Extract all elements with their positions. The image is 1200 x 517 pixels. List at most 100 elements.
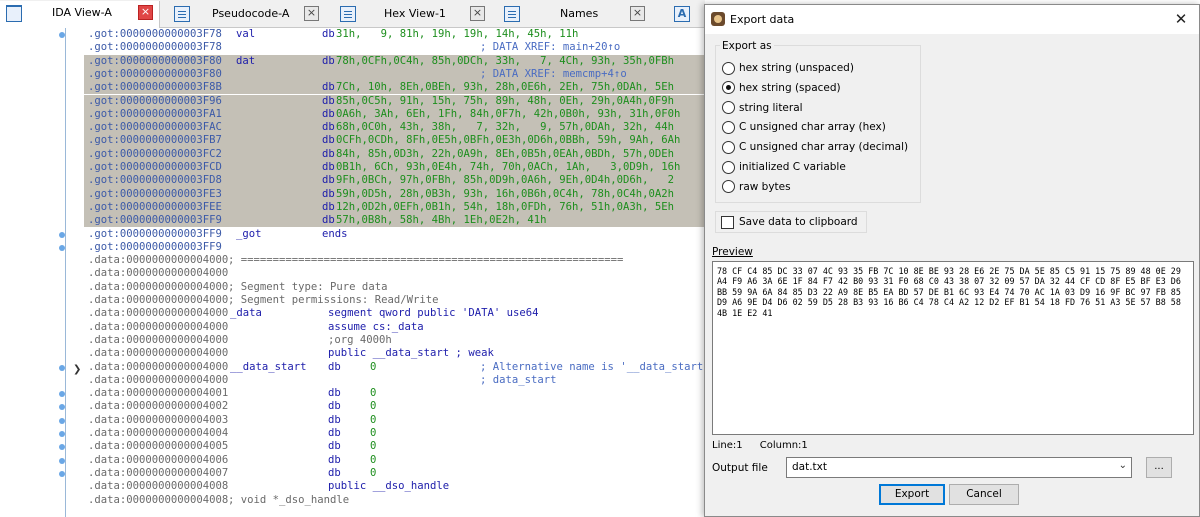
listing-row[interactable]: .got:0000000000003F8B db 7Ch, 10h, 8Eh,0BE…: [84, 81, 704, 95]
listing-row[interactable]: .data:0000000000004006 db 0: [84, 454, 704, 467]
radio-button-icon[interactable]: [722, 61, 735, 75]
listing-row[interactable]: .got:0000000000003FF9 db 57h,0B8h, 58h, 4B…: [84, 214, 704, 228]
listing-row[interactable]: .got:0000000000003FD8 db 9Fh,0BCh, 97h,0FB…: [84, 174, 704, 188]
tab-ida-view[interactable]: IDA View-A ×: [0, 1, 160, 28]
export-format-option[interactable]: initialized C variable: [722, 159, 846, 175]
row-operands: 68h,0C0h, 43h, 38h, 7, 32h, 9, 57h,0DAh,…: [336, 121, 675, 134]
listing-row[interactable]: .data:0000000000004008 public __dso_handl…: [84, 480, 704, 493]
listing-row[interactable]: .got:0000000000003FEE db 12h,0D2h,0EFh,0B1…: [84, 200, 704, 215]
listing-row[interactable]: .got:0000000000003F78 val db 31h, 9, 81h, 1…: [84, 28, 704, 41]
dialog-title-bar[interactable]: Export data ✕: [705, 5, 1199, 34]
listing-row[interactable]: .data:0000000000004000; Segment type: Pu…: [84, 281, 704, 294]
save-to-clipboard-checkbox[interactable]: Save data to clipboard: [715, 211, 867, 233]
listing-row[interactable]: .data:0000000000004000 __data_start db 0 ; A…: [84, 361, 704, 374]
listing-row[interactable]: .data:0000000000004000 _data segment qword…: [84, 307, 704, 320]
tab-names[interactable]: Names ×: [498, 2, 658, 26]
row-address: .data:0000000000004004: [88, 427, 229, 439]
row-comment: ; data_start: [480, 373, 557, 386]
listing-row[interactable]: .data:0000000000004005 db 0: [84, 440, 704, 453]
row-label: _data: [230, 307, 262, 320]
disassembly-listing[interactable]: .got:0000000000003F78 val db 31h, 9, 81h, 1…: [84, 28, 704, 517]
export-format-option[interactable]: hex string (spaced): [722, 80, 841, 96]
names-icon: [504, 6, 520, 22]
export-as-label: Export as: [720, 40, 774, 52]
row-operands: 0B1h, 6Ch, 93h,0E4h, 74h, 70h,0ACh, 1Ah,…: [336, 161, 681, 173]
export-format-option[interactable]: hex string (unspaced): [722, 60, 854, 76]
listing-row[interactable]: .data:0000000000004000 ; data_start: [84, 374, 704, 387]
listing-row[interactable]: .data:0000000000004004 db 0: [84, 427, 704, 440]
close-icon[interactable]: ×: [138, 5, 153, 20]
row-mnemonic: db: [322, 134, 335, 147]
listing-row[interactable]: .data:0000000000004002 db 0: [84, 400, 704, 413]
row-mnemonic: db: [322, 174, 335, 187]
collapse-arrow-icon[interactable]: ❯: [73, 364, 81, 375]
export-format-label: initialized C variable: [739, 161, 846, 173]
listing-row[interactable]: .got:0000000000003F78 ; DATA XREF: main+2…: [84, 41, 704, 54]
listing-row[interactable]: .data:0000000000004000 public __data_star…: [84, 347, 704, 360]
export-format-option[interactable]: string literal: [722, 100, 803, 116]
row-address: .data:0000000000004000: [88, 254, 229, 267]
listing-row[interactable]: .got:0000000000003F80 dat db 78h,0CFh,0C4h,…: [84, 54, 704, 68]
radio-button-icon[interactable]: [722, 101, 735, 115]
row-label: val: [236, 28, 256, 40]
close-icon[interactable]: ×: [304, 6, 319, 21]
tab-strings[interactable]: A: [662, 2, 702, 26]
row-label: dat: [236, 54, 256, 67]
listing-row[interactable]: .got:0000000000003FCD db 0B1h, 6Ch, 93h,0E…: [84, 161, 704, 175]
row-mnemonic: ends: [322, 227, 348, 240]
listing-row[interactable]: .data:0000000000004008; void *_dso_handl…: [84, 494, 704, 507]
cancel-button[interactable]: Cancel: [949, 484, 1019, 505]
listing-row[interactable]: .data:0000000000004007 db 0: [84, 467, 704, 480]
row-operands: 84h, 85h,0D3h, 22h,0A9h, 8Eh,0B5h,0EAh,0…: [336, 147, 675, 160]
radio-button-icon[interactable]: [722, 81, 735, 95]
row-operands: 7Ch, 10h, 8Eh,0BEh, 93h, 28h,0E6h, 2Eh, …: [336, 81, 675, 94]
radio-button-icon[interactable]: [722, 120, 735, 134]
browse-button[interactable]: ...: [1146, 457, 1172, 478]
chevron-down-icon[interactable]: ⌄: [1119, 460, 1127, 471]
export-format-option[interactable]: C unsigned char array (hex): [722, 119, 886, 135]
preview-textbox[interactable]: 78 CF C4 85 DC 33 07 4C 93 35 FB 7C 10 8…: [712, 261, 1194, 435]
listing-row[interactable]: .got:0000000000003FAC db 68h,0C0h, 43h, 38…: [84, 121, 704, 135]
tab-ida-view-label: IDA View-A: [52, 6, 112, 19]
listing-row[interactable]: .data:0000000000004000 assume cs:_data: [84, 321, 704, 334]
listing-row[interactable]: .got:0000000000003FA1 db 0A6h, 3Ah, 6Eh, 1…: [84, 107, 704, 122]
listing-row[interactable]: .got:0000000000003F96 db 85h,0C5h, 91h, 15…: [84, 94, 704, 108]
export-button[interactable]: Export: [879, 484, 945, 505]
listing-row[interactable]: .got:0000000000003FF9 _got ends: [84, 228, 704, 241]
row-address: .got:0000000000003F80: [88, 67, 222, 80]
radio-button-icon[interactable]: [722, 180, 735, 194]
tab-pseudocode[interactable]: Pseudocode-A ×: [160, 2, 332, 26]
listing-row[interactable]: .data:0000000000004000; ================…: [84, 254, 704, 267]
close-icon[interactable]: ×: [470, 6, 485, 21]
export-format-option[interactable]: C unsigned char array (decimal): [722, 139, 908, 155]
listing-row[interactable]: .data:0000000000004003 db 0: [84, 414, 704, 427]
listing-row[interactable]: .got:0000000000003FB7 db 0CFh,0CDh, 8Fh,0E…: [84, 134, 704, 148]
row-operands: 0A6h, 3Ah, 6Eh, 1Fh, 84h,0F7h, 42h,0B0h,…: [336, 107, 681, 120]
row-comment: ; DATA XREF: memcmp+4↑o: [480, 67, 627, 80]
close-icon[interactable]: ×: [630, 6, 645, 21]
radio-button-icon[interactable]: [722, 160, 735, 174]
listing-row[interactable]: .got:0000000000003FC2 db 84h, 85h,0D3h, 22…: [84, 147, 704, 161]
listing-row[interactable]: .got:0000000000003F80 ; DATA XREF: memcmp…: [84, 67, 704, 82]
row-address: .data:0000000000004000: [88, 294, 229, 306]
row-mnemonic: db: [322, 147, 335, 160]
listing-row[interactable]: .data:0000000000004001 db 0: [84, 387, 704, 400]
output-file-combobox[interactable]: dat.txt ⌄: [786, 457, 1132, 478]
close-icon[interactable]: ✕: [1173, 10, 1189, 28]
row-mnemonic: db: [322, 161, 335, 173]
listing-row[interactable]: .data:0000000000004000: [84, 267, 704, 280]
export-data-dialog: Export data ✕ Export as hex string (unsp…: [704, 4, 1200, 517]
listing-row[interactable]: .data:0000000000004000; Segment permissi…: [84, 294, 704, 307]
dialog-title: Export data: [730, 13, 795, 26]
listing-row[interactable]: .got:0000000000003FF9: [84, 241, 704, 254]
radio-button-icon[interactable]: [722, 140, 735, 154]
row-mnemonic: db: [322, 28, 335, 40]
preview-label: Preview: [712, 246, 753, 258]
listing-row[interactable]: .got:0000000000003FE3 db 59h,0D5h, 28h,0B3…: [84, 187, 704, 201]
export-format-option[interactable]: raw bytes: [722, 179, 791, 195]
save-to-clipboard-label: Save data to clipboard: [739, 216, 858, 228]
row-label: _got: [236, 227, 262, 240]
tab-hex-view[interactable]: Hex View-1 ×: [332, 2, 498, 26]
checkbox-icon[interactable]: [721, 215, 734, 229]
listing-row[interactable]: .data:0000000000004000 ;org 4000h: [84, 334, 704, 347]
